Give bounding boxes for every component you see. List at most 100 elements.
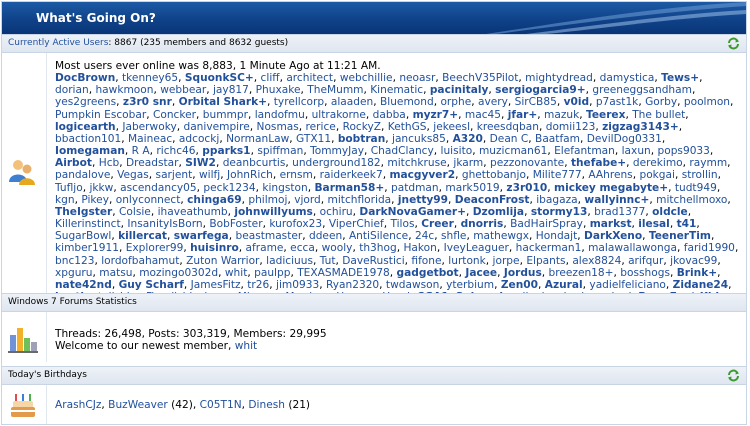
online-user-link[interactable]: underground182	[292, 157, 381, 169]
online-user-link[interactable]: wilfj	[199, 169, 220, 181]
online-user-link[interactable]: TEXASMADE1978	[297, 267, 390, 279]
online-user-link[interactable]: huisinro	[190, 242, 239, 254]
online-user-link[interactable]: Zuton Warrior	[186, 255, 259, 267]
online-user-link[interactable]: luisito	[441, 145, 473, 157]
online-user-link[interactable]: Barman58+	[314, 182, 384, 194]
online-user-link[interactable]: DeaconFrost	[455, 194, 530, 206]
online-user-link[interactable]: jim0933	[276, 279, 319, 291]
online-user-link[interactable]: Teerex	[586, 109, 625, 121]
online-user-link[interactable]: pokgai	[639, 169, 675, 181]
online-user-link[interactable]: hawkmoon	[95, 84, 153, 96]
online-user-link[interactable]: Baatfam	[535, 133, 580, 145]
online-user-link[interactable]: R A	[132, 145, 150, 157]
online-user-link[interactable]: Kinematic	[370, 84, 423, 96]
online-user-link[interactable]: Hcb	[99, 157, 120, 169]
online-user-link[interactable]: shfle	[441, 230, 466, 242]
online-user-link[interactable]: bummpr	[203, 109, 248, 121]
online-user-link[interactable]: Guy Scharf	[119, 279, 184, 291]
online-user-link[interactable]: brad1377	[594, 206, 645, 218]
online-user-link[interactable]: matsu	[99, 267, 132, 279]
online-user-link[interactable]: Dreadstar	[126, 157, 179, 169]
online-user-link[interactable]: ibagaza	[536, 194, 577, 206]
online-user-link[interactable]: RockyZ	[343, 121, 381, 133]
birthday-user-link[interactable]: BuzWeaver	[108, 399, 168, 411]
online-user-link[interactable]: jnetty99	[398, 194, 448, 206]
online-user-link[interactable]: stormy13	[531, 206, 588, 218]
online-user-link[interactable]: Concker	[153, 109, 196, 121]
online-user-link[interactable]: orphe	[440, 96, 471, 108]
online-user-link[interactable]: jfar+	[508, 109, 538, 121]
online-user-link[interactable]: Jacee	[465, 267, 497, 279]
online-user-link[interactable]: 24c	[415, 230, 434, 242]
online-user-link[interactable]: bnc123	[55, 255, 94, 267]
online-user-link[interactable]: thefabe+	[571, 157, 626, 169]
online-user-link[interactable]: yadielfeliciano	[589, 279, 665, 291]
online-user-link[interactable]: poolmon	[684, 96, 730, 108]
online-user-link[interactable]: Jaberwoky	[122, 121, 176, 133]
online-user-link[interactable]: vjord	[294, 194, 321, 206]
online-user-link[interactable]: Dzomlija	[473, 206, 524, 218]
online-user-link[interactable]: ecca	[290, 242, 315, 254]
online-user-link[interactable]: philmoj	[248, 194, 287, 206]
refresh-icon[interactable]	[727, 37, 740, 50]
online-user-link[interactable]: Nosmas	[257, 121, 299, 133]
online-user-link[interactable]: danivempire	[183, 121, 249, 133]
online-user-link[interactable]: twdawson	[386, 279, 439, 291]
online-user-link[interactable]: patdman	[391, 182, 439, 194]
online-user-link[interactable]: jay817	[213, 84, 249, 96]
online-user-link[interactable]: TeenerTim	[649, 230, 711, 242]
online-user-link[interactable]: ViperChief	[329, 218, 384, 230]
online-user-link[interactable]: bosshogs	[620, 267, 670, 279]
online-user-link[interactable]: pandalove	[55, 169, 110, 181]
online-user-link[interactable]: fifone	[411, 255, 441, 267]
online-user-link[interactable]: macgyver2	[389, 169, 455, 181]
online-user-link[interactable]: zigzag3143+	[602, 121, 679, 133]
online-user-link[interactable]: killercat	[118, 230, 167, 242]
online-user-link[interactable]: nate42nd	[55, 279, 112, 291]
online-user-link[interactable]: jorpe	[493, 255, 520, 267]
online-user-link[interactable]: bobtran	[338, 133, 385, 145]
online-user-link[interactable]: jancuks85	[392, 133, 446, 145]
online-user-link[interactable]: Killerinstinct	[55, 218, 121, 230]
online-user-link[interactable]: spiffman	[257, 145, 303, 157]
online-user-link[interactable]: Tut	[320, 255, 336, 267]
online-user-link[interactable]: Colsie	[119, 206, 151, 218]
online-user-link[interactable]: mark5019	[445, 182, 499, 194]
birthday-user-link[interactable]: C05T1N	[200, 399, 242, 411]
online-user-link[interactable]: Airbot	[55, 157, 92, 169]
online-user-link[interactable]: kingston	[262, 182, 307, 194]
online-user-link[interactable]: Tews+	[661, 72, 699, 84]
online-user-link[interactable]: greeneggsandham	[592, 84, 692, 96]
online-user-link[interactable]: bbaction101	[55, 133, 121, 145]
online-user-link[interactable]: alaaden	[331, 96, 373, 108]
online-user-link[interactable]: Elefantman	[554, 145, 615, 157]
online-user-link[interactable]: dorian	[55, 84, 89, 96]
online-user-link[interactable]: chinga69	[187, 194, 241, 206]
online-user-link[interactable]: mitchflorida	[328, 194, 392, 206]
online-user-link[interactable]: Explorer99	[126, 242, 184, 254]
online-user-link[interactable]: AAhrens	[588, 169, 632, 181]
online-user-link[interactable]: ernsm	[280, 169, 313, 181]
newest-member-link[interactable]: whit	[235, 340, 257, 352]
online-user-link[interactable]: kreesdqban	[477, 121, 539, 133]
online-user-link[interactable]: The bullet	[632, 109, 685, 121]
online-user-link[interactable]: SIW2	[185, 157, 216, 169]
online-user-link[interactable]: Hondajt	[536, 230, 577, 242]
online-user-link[interactable]: mac45	[465, 109, 501, 121]
online-user-link[interactable]: A320	[453, 133, 483, 145]
online-user-link[interactable]: NormanLaw	[226, 133, 289, 145]
online-user-link[interactable]: jekeesl	[433, 121, 470, 133]
online-user-link[interactable]: ochiru	[320, 206, 353, 218]
online-user-link[interactable]: muzicman61	[479, 145, 547, 157]
online-user-link[interactable]: mickey megabyte+	[554, 182, 668, 194]
online-user-link[interactable]: wallyinnc+	[584, 194, 649, 206]
online-user-link[interactable]: jkkw	[89, 182, 113, 194]
online-user-link[interactable]: Vegas	[117, 169, 149, 181]
online-user-link[interactable]: mightydread	[525, 72, 593, 84]
online-user-link[interactable]: Creer	[421, 218, 454, 230]
online-user-link[interactable]: AntiSilence	[349, 230, 408, 242]
online-user-link[interactable]: Jordus	[504, 267, 542, 279]
birthday-user-link[interactable]: ArashCJz	[55, 399, 101, 411]
online-user-link[interactable]: Ryan2320	[326, 279, 379, 291]
online-user-link[interactable]: domii123	[546, 121, 596, 133]
